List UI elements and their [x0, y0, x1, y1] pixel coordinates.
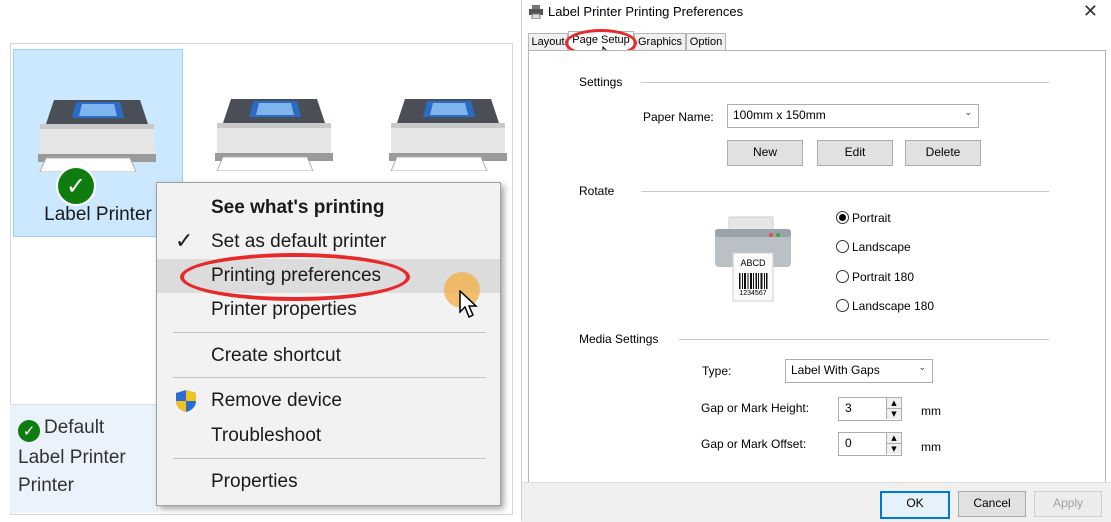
details-pane: ✓ Default Label Printer Printer: [10, 404, 158, 513]
menu-item-see-whats-printing[interactable]: See what's printing: [157, 191, 500, 225]
default-check-icon: ✓: [18, 420, 40, 442]
group-divider: [641, 82, 1049, 83]
printer-icon: [389, 99, 507, 171]
gap-offset-unit: mm: [921, 440, 941, 454]
menu-item-remove-device[interactable]: Remove device: [157, 384, 500, 418]
radio-landscape[interactable]: Landscape: [836, 240, 911, 254]
details-default-text: Default: [44, 417, 105, 438]
paper-name-select[interactable]: 100mm x 150mm ⌄: [727, 104, 979, 128]
details-model: Label Printer: [18, 447, 126, 468]
dialog-title: Label Printer Printing Preferences: [548, 4, 744, 19]
gap-height-spinner[interactable]: 3 ▲ ▼: [838, 397, 902, 421]
radio-button-icon: [836, 299, 849, 312]
menu-item-troubleshoot[interactable]: Troubleshoot: [157, 419, 500, 453]
media-type-select[interactable]: Label With Gaps ⌄: [785, 359, 933, 383]
settings-group-title: Settings: [579, 75, 623, 89]
group-divider: [641, 191, 1049, 192]
default-check-icon: ✓: [56, 166, 96, 206]
media-type-value: Label With Gaps: [791, 363, 880, 377]
edit-paper-button[interactable]: Edit: [817, 140, 893, 166]
cancel-button[interactable]: Cancel: [958, 491, 1026, 517]
menu-item-properties[interactable]: Properties: [157, 465, 500, 499]
media-type-label: Type:: [702, 364, 732, 378]
page-setup-panel: Settings Paper Name: 100mm x 150mm ⌄ New…: [528, 50, 1106, 490]
radio-portrait-180[interactable]: Portrait 180: [836, 270, 914, 284]
gap-height-label: Gap or Mark Height:: [701, 401, 810, 415]
radio-button-icon: [836, 270, 849, 283]
gap-height-value: 3: [845, 401, 852, 415]
details-category: Printer: [18, 475, 74, 496]
preview-barcode-number: 1234567: [739, 290, 767, 297]
devices-and-printers-window: ✓ Label Printer ✓ Default Label Printer …: [0, 0, 515, 521]
menu-separator: [173, 332, 486, 333]
gap-height-unit: mm: [921, 404, 941, 418]
gap-offset-value: 0: [845, 436, 852, 450]
gap-offset-spinner[interactable]: 0 ▲ ▼: [838, 432, 902, 456]
mouse-cursor-icon: [459, 290, 478, 319]
printer-small-icon: [529, 5, 543, 19]
close-icon[interactable]: ✕: [1083, 1, 1098, 22]
dialog-button-bar: OK Cancel Apply: [522, 482, 1111, 522]
chevron-down-icon: ⌄: [964, 108, 972, 118]
radio-landscape-180[interactable]: Landscape 180: [836, 299, 934, 313]
menu-item-set-default[interactable]: ✓ Set as default printer: [157, 225, 500, 259]
new-paper-button[interactable]: New: [727, 140, 803, 166]
gap-offset-label: Gap or Mark Offset:: [701, 437, 807, 451]
printer-icon: [38, 100, 156, 172]
apply-button[interactable]: Apply: [1034, 491, 1102, 517]
title-bar: Label Printer Printing Preferences ✕: [522, 0, 1111, 26]
spin-up-icon[interactable]: ▲: [886, 398, 901, 409]
radio-button-icon: [836, 240, 849, 253]
group-divider: [679, 339, 1049, 340]
spin-up-icon[interactable]: ▲: [886, 433, 901, 444]
orientation-preview: ABCD 1234567: [713, 215, 793, 305]
checkmark-icon: ✓: [175, 229, 194, 254]
menu-separator: [173, 458, 486, 459]
paper-name-label: Paper Name:: [643, 110, 714, 124]
paper-name-value: 100mm x 150mm: [733, 108, 826, 122]
ok-button[interactable]: OK: [880, 491, 950, 519]
media-settings-group-title: Media Settings: [579, 332, 659, 346]
printing-preferences-dialog: Label Printer Printing Preferences ✕ Lay…: [521, 0, 1111, 522]
chevron-down-icon: ⌄: [918, 363, 926, 373]
details-status: ✓ Default: [18, 417, 104, 442]
printer-context-menu: See what's printing ✓ Set as default pri…: [156, 182, 501, 506]
tab-page-setup[interactable]: Page Setup: [568, 31, 634, 52]
menu-separator: [173, 377, 486, 378]
preview-label-text: ABCD: [740, 258, 766, 268]
shield-icon: [176, 390, 196, 412]
rotate-group-title: Rotate: [579, 184, 615, 198]
menu-item-create-shortcut[interactable]: Create shortcut: [157, 339, 500, 373]
delete-paper-button[interactable]: Delete: [905, 140, 981, 166]
printer-icon: [215, 99, 333, 171]
radio-portrait[interactable]: Portrait: [836, 211, 891, 225]
spin-down-icon[interactable]: ▼: [886, 444, 901, 454]
spin-down-icon[interactable]: ▼: [886, 409, 901, 419]
radio-button-icon: [836, 211, 849, 224]
